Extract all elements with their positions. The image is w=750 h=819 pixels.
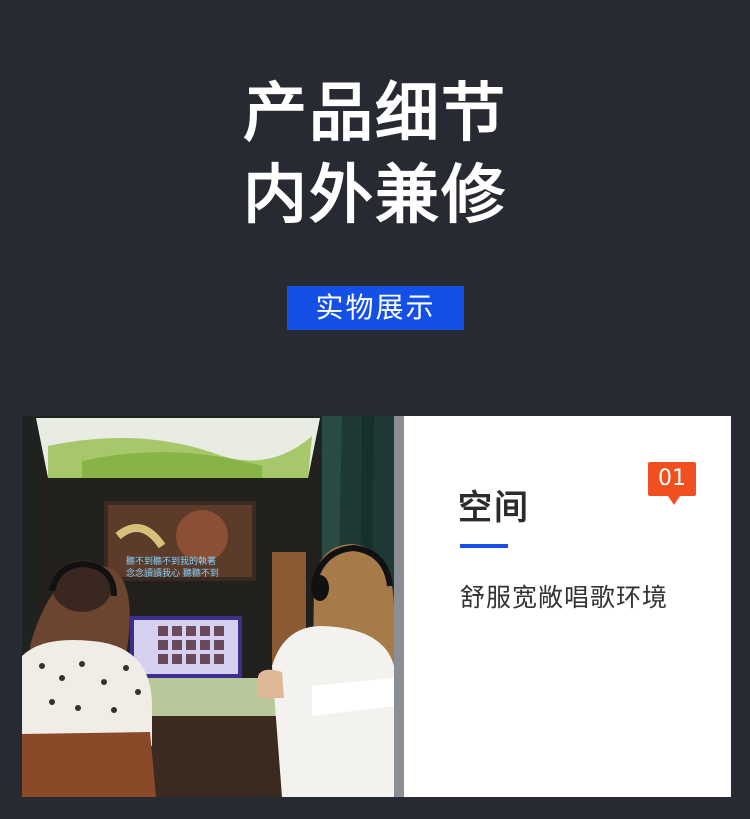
hero-title-line1: 产品细节 xyxy=(243,77,507,151)
feature-title: 空间 xyxy=(458,488,530,528)
feature-title-underline xyxy=(460,544,508,548)
screen-lyric-1: 聽不到聽不到我的執著 xyxy=(126,555,216,567)
feature-subtitle: 舒服宽敞唱歌环境 xyxy=(460,583,669,612)
screen-lyric-2: 念念讀讀我心 聽聽不到 xyxy=(126,567,219,579)
feature-number-badge: 01 xyxy=(648,462,696,496)
hero-title-line2: 内外兼修 xyxy=(243,159,507,233)
karaoke-booth-photo: 聽不到聽不到我的執著 念念讀讀我心 聽聽不到 xyxy=(22,416,404,797)
section-tag: 实物展示 xyxy=(287,286,464,330)
badge-pointer-icon xyxy=(668,496,680,505)
product-photo: 聽不到聽不到我的執著 念念讀讀我心 聽聽不到 xyxy=(22,416,404,797)
feature-card: 01 空间 舒服宽敞唱歌环境 xyxy=(404,416,731,797)
